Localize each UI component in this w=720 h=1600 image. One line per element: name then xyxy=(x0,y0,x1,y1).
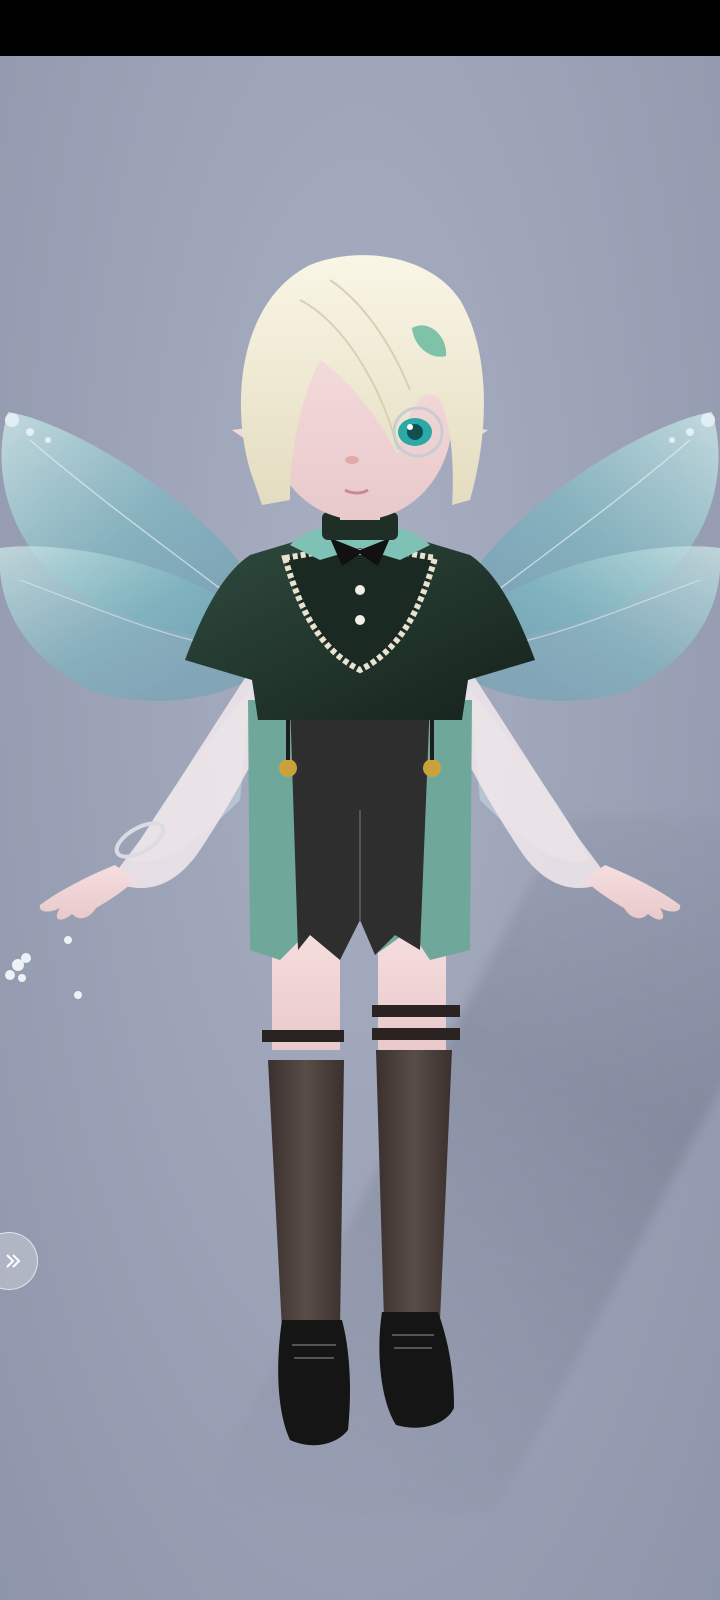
legs xyxy=(262,930,460,1446)
shorts xyxy=(248,700,472,960)
top xyxy=(185,512,535,720)
sparkle-flowers xyxy=(5,936,82,999)
head xyxy=(232,255,488,520)
avatar-character xyxy=(0,255,720,1446)
double-chevron-right-icon xyxy=(3,1251,23,1271)
